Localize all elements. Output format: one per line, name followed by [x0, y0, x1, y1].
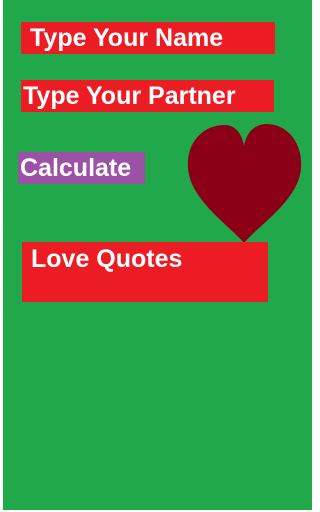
calculate-button[interactable]: Calculate: [18, 152, 145, 184]
partner-name-input[interactable]: [21, 80, 274, 112]
love-quotes-button[interactable]: Love Quotes: [22, 242, 268, 302]
app-screen: Calculate Love Quotes: [3, 0, 312, 510]
heart-icon: [187, 123, 302, 243]
your-name-input[interactable]: [21, 22, 275, 54]
